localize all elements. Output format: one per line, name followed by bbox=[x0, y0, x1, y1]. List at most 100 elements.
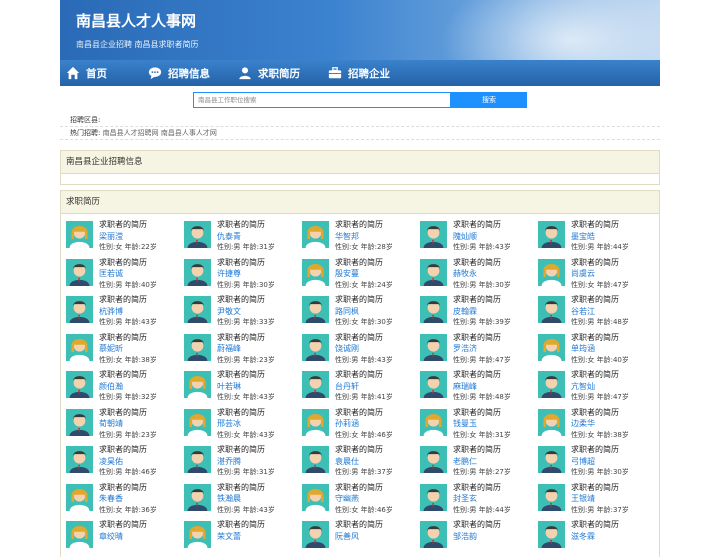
resume-name[interactable]: 杭骅博 bbox=[99, 306, 157, 318]
resume-card[interactable]: 求职者的简历 荣文蕾 bbox=[184, 519, 302, 557]
resume-card[interactable]: 求职者的简历 弓博超 性别:男 年龄:30岁 bbox=[538, 444, 656, 482]
resume-card[interactable]: 求职者的简历 麻瑞峰 性别:男 年龄:48岁 bbox=[420, 369, 538, 407]
resume-title[interactable]: 求职者的简历 bbox=[453, 219, 511, 231]
resume-title[interactable]: 求职者的简历 bbox=[571, 407, 629, 419]
resume-card[interactable]: 求职者的简历 孙莉涵 性别:女 年龄:46岁 bbox=[302, 407, 420, 445]
resume-name[interactable]: 墨宝皓 bbox=[571, 231, 629, 243]
resume-card[interactable]: 求职者的简历 颜伯瀚 性别:男 年龄:32岁 bbox=[66, 369, 184, 407]
resume-name[interactable]: 守幽燕 bbox=[335, 493, 393, 505]
resume-name[interactable]: 颜伯瀚 bbox=[99, 381, 157, 393]
resume-name[interactable]: 慕妮昕 bbox=[99, 343, 157, 355]
resume-title[interactable]: 求职者的简历 bbox=[453, 369, 511, 381]
resume-card[interactable]: 求职者的简历 梁丽滢 性别:女 年龄:22岁 bbox=[66, 219, 184, 257]
resume-title[interactable]: 求职者的简历 bbox=[217, 519, 265, 531]
resume-card[interactable]: 求职者的简历 章绞晴 bbox=[66, 519, 184, 557]
resume-name[interactable]: 湛乔腾 bbox=[217, 456, 275, 468]
resume-card[interactable]: 求职者的简历 华智邦 性别:女 年龄:28岁 bbox=[302, 219, 420, 257]
resume-name[interactable]: 阮善风 bbox=[335, 531, 383, 543]
resume-card[interactable]: 求职者的简历 赫牧永 性别:男 年龄:30岁 bbox=[420, 257, 538, 295]
resume-card[interactable]: 求职者的简历 阮善风 bbox=[302, 519, 420, 557]
resume-name[interactable]: 隗灿顺 bbox=[453, 231, 511, 243]
resume-card[interactable]: 求职者的简历 台丹轩 性别:男 年龄:41岁 bbox=[302, 369, 420, 407]
search-input[interactable]: 南昌县工作职位搜索 bbox=[193, 92, 451, 108]
resume-card[interactable]: 求职者的简历 许捷尊 性别:男 年龄:30岁 bbox=[184, 257, 302, 295]
resume-name[interactable]: 华智邦 bbox=[335, 231, 393, 243]
resume-title[interactable]: 求职者的简历 bbox=[453, 294, 511, 306]
resume-card[interactable]: 求职者的简历 饶诚刚 性别:男 年龄:43岁 bbox=[302, 332, 420, 370]
resume-name[interactable]: 朱春香 bbox=[99, 493, 157, 505]
resume-name[interactable]: 殷安蔓 bbox=[335, 268, 393, 280]
resume-title[interactable]: 求职者的简历 bbox=[571, 257, 629, 269]
resume-title[interactable]: 求职者的简历 bbox=[335, 444, 393, 456]
resume-title[interactable]: 求职者的简历 bbox=[217, 219, 275, 231]
resume-name[interactable]: 匡若诚 bbox=[99, 268, 157, 280]
resume-name[interactable]: 单筠涵 bbox=[571, 343, 629, 355]
resume-card[interactable]: 求职者的简历 叶若琳 性别:女 年龄:43岁 bbox=[184, 369, 302, 407]
resume-card[interactable]: 求职者的简历 杭骅博 性别:男 年龄:43岁 bbox=[66, 294, 184, 332]
resume-name[interactable]: 邹浩韵 bbox=[453, 531, 501, 543]
resume-title[interactable]: 求职者的简历 bbox=[99, 219, 157, 231]
resume-card[interactable]: 求职者的简历 蔚福峰 性别:男 年龄:23岁 bbox=[184, 332, 302, 370]
resume-card[interactable]: 求职者的简历 守幽燕 性别:女 年龄:46岁 bbox=[302, 482, 420, 520]
resume-name[interactable]: 叶若琳 bbox=[217, 381, 275, 393]
resume-name[interactable]: 赫牧永 bbox=[453, 268, 511, 280]
resume-title[interactable]: 求职者的简历 bbox=[571, 482, 629, 494]
resume-title[interactable]: 求职者的简历 bbox=[217, 294, 275, 306]
resume-card[interactable]: 求职者的简历 路同枫 性别:女 年龄:30岁 bbox=[302, 294, 420, 332]
resume-card[interactable]: 求职者的简历 邹浩韵 bbox=[420, 519, 538, 557]
resume-card[interactable]: 求职者的简历 亢智灿 性别:男 年龄:47岁 bbox=[538, 369, 656, 407]
resume-title[interactable]: 求职者的简历 bbox=[571, 369, 629, 381]
resume-title[interactable]: 求职者的简历 bbox=[99, 332, 157, 344]
resume-card[interactable]: 求职者的简历 凌昊佑 性别:男 年龄:46岁 bbox=[66, 444, 184, 482]
search-button[interactable]: 搜索 bbox=[451, 92, 527, 108]
resume-card[interactable]: 求职者的简历 匡若诚 性别:男 年龄:40岁 bbox=[66, 257, 184, 295]
resume-name[interactable]: 孙莉涵 bbox=[335, 418, 393, 430]
resume-title[interactable]: 求职者的简历 bbox=[571, 444, 629, 456]
resume-title[interactable]: 求职者的简历 bbox=[335, 482, 393, 494]
resume-card[interactable]: 求职者的简历 朱春香 性别:女 年龄:36岁 bbox=[66, 482, 184, 520]
resume-title[interactable]: 求职者的简历 bbox=[335, 294, 393, 306]
site-title[interactable]: 南昌县人才人事网 bbox=[76, 10, 196, 31]
resume-name[interactable]: 封圣玄 bbox=[453, 493, 511, 505]
resume-title[interactable]: 求职者的简历 bbox=[99, 444, 157, 456]
resume-title[interactable]: 求职者的简历 bbox=[217, 332, 275, 344]
resume-title[interactable]: 求职者的简历 bbox=[335, 407, 393, 419]
resume-name[interactable]: 铁瀚晨 bbox=[217, 493, 275, 505]
nav-jobs[interactable]: 招聘信息 bbox=[142, 60, 232, 86]
resume-title[interactable]: 求职者的简历 bbox=[217, 369, 275, 381]
resume-card[interactable]: 求职者的简历 隗灿顺 性别:男 年龄:43岁 bbox=[420, 219, 538, 257]
resume-name[interactable]: 尹敬文 bbox=[217, 306, 275, 318]
resume-card[interactable]: 求职者的简历 墨宝皓 性别:男 年龄:44岁 bbox=[538, 219, 656, 257]
resume-card[interactable]: 求职者的简历 皮翰霖 性别:男 年龄:39岁 bbox=[420, 294, 538, 332]
resume-title[interactable]: 求职者的简历 bbox=[453, 519, 501, 531]
resume-name[interactable]: 滋冬霖 bbox=[571, 531, 619, 543]
resume-card[interactable]: 求职者的简历 边柔华 性别:女 年龄:38岁 bbox=[538, 407, 656, 445]
resume-card[interactable]: 求职者的简历 谷若江 性别:男 年龄:48岁 bbox=[538, 294, 656, 332]
resume-title[interactable]: 求职者的简历 bbox=[217, 444, 275, 456]
resume-title[interactable]: 求职者的简历 bbox=[99, 407, 157, 419]
resume-card[interactable]: 求职者的简历 湛乔腾 性别:男 年龄:31岁 bbox=[184, 444, 302, 482]
resume-card[interactable]: 求职者的简历 袁晨仕 性别:男 年龄:37岁 bbox=[302, 444, 420, 482]
resume-name[interactable]: 荀朝靖 bbox=[99, 418, 157, 430]
resume-name[interactable]: 麻瑞峰 bbox=[453, 381, 511, 393]
nav-companies[interactable]: 招聘企业 bbox=[322, 60, 424, 86]
resume-name[interactable]: 边柔华 bbox=[571, 418, 629, 430]
resume-title[interactable]: 求职者的简历 bbox=[99, 294, 157, 306]
resume-title[interactable]: 求职者的简历 bbox=[335, 219, 393, 231]
resume-card[interactable]: 求职者的简历 尚虞云 性别:女 年龄:47岁 bbox=[538, 257, 656, 295]
resume-name[interactable]: 台丹轩 bbox=[335, 381, 393, 393]
resume-title[interactable]: 求职者的简历 bbox=[571, 294, 629, 306]
resume-card[interactable]: 求职者的简历 荀朝靖 性别:男 年龄:23岁 bbox=[66, 407, 184, 445]
resume-card[interactable]: 求职者的简历 慕妮昕 性别:女 年龄:38岁 bbox=[66, 332, 184, 370]
resume-title[interactable]: 求职者的简历 bbox=[99, 369, 157, 381]
resume-card[interactable]: 求职者的简历 殷安蔓 性别:女 年龄:24岁 bbox=[302, 257, 420, 295]
resume-title[interactable]: 求职者的简历 bbox=[217, 482, 275, 494]
resume-card[interactable]: 求职者的简历 仇泰青 性别:男 年龄:31岁 bbox=[184, 219, 302, 257]
resume-title[interactable]: 求职者的简历 bbox=[99, 482, 157, 494]
resume-name[interactable]: 尚虞云 bbox=[571, 268, 629, 280]
resume-name[interactable]: 章绞晴 bbox=[99, 531, 147, 543]
resume-card[interactable]: 求职者的简历 尹敬文 性别:男 年龄:33岁 bbox=[184, 294, 302, 332]
resume-card[interactable]: 求职者的简历 铁瀚晨 性别:男 年龄:43岁 bbox=[184, 482, 302, 520]
resume-title[interactable]: 求职者的简历 bbox=[335, 257, 393, 269]
resume-title[interactable]: 求职者的简历 bbox=[99, 519, 147, 531]
